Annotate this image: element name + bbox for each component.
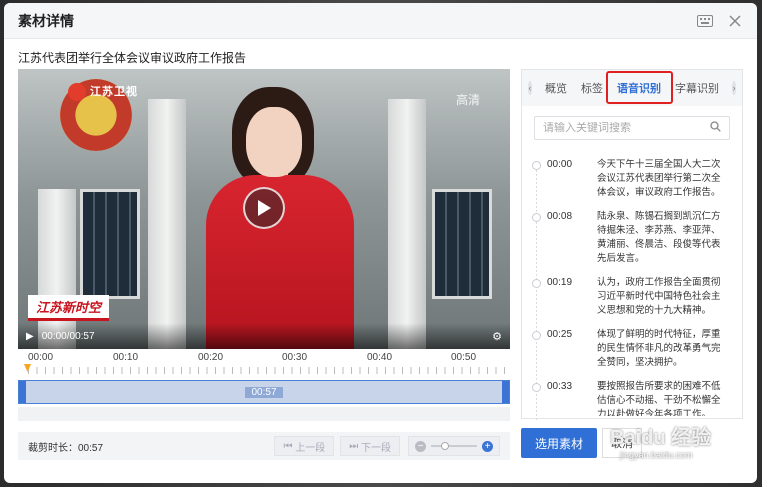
info-panel: ‹ 概览 标签 语音识别 字幕识别 › 00:00 今天下午十三届全国人大二次会…	[521, 69, 743, 420]
ruler-label: 00:00	[28, 352, 54, 363]
timeline-dot	[532, 331, 541, 340]
transcript-text: 今天下午十三届全国人大二次会议江苏代表团举行第二次全体会议，审议政府工作报告。	[597, 159, 721, 198]
news-anchor-image	[206, 87, 366, 349]
tab-tags[interactable]: 标签	[581, 80, 603, 96]
prev-segment-button[interactable]: ⏮ 上一段	[274, 436, 335, 456]
transcript-item[interactable]: 00:33 要按照报告所要求的困难不低估信心不动摇、干劲不松懈全力以赴做好今年各…	[532, 380, 738, 416]
timeline-dot	[532, 161, 541, 170]
dialog-titlebar: 素材详情	[4, 3, 757, 39]
transcript-time: 00:25	[547, 329, 573, 340]
timeline-ruler[interactable]: 00:00 00:10 00:20 00:30 00:40 00:50	[18, 352, 510, 376]
channel-logo: 江苏卫视	[68, 83, 138, 102]
keyword-search-input[interactable]	[543, 122, 710, 134]
tabs-next-arrow-icon[interactable]: ›	[732, 81, 736, 95]
dialog-title: 素材详情	[18, 12, 74, 29]
zoom-track[interactable]	[431, 442, 477, 450]
select-material-button[interactable]: 选用素材	[521, 428, 597, 458]
transcript-time: 00:33	[547, 381, 573, 392]
clip-start-handle[interactable]	[19, 381, 26, 403]
ruler-label: 00:20	[198, 352, 224, 363]
transcript-text: 认为，政府工作报告全面贯彻习近平新时代中国特色社会主义思想和党的十九大精神。	[597, 277, 721, 316]
transcript-text: 陆永泉、陈锡石搁到凯沉仁方待掘朱泾、李苏燕、李亚萍、黄浦丽、佟晨洁、段俊等代表先…	[597, 211, 721, 264]
zoom-in-icon[interactable]: +	[482, 440, 493, 452]
material-detail-dialog: 素材详情 江苏代表团举行全体会议审议政府工作报告 江苏卫视 高清 江苏新时空 ▶…	[4, 3, 757, 483]
search-icon[interactable]	[710, 119, 721, 137]
settings-gear-icon[interactable]: ⚙	[492, 330, 502, 343]
clip-duration-label: 00:57	[245, 386, 283, 398]
clip-end-handle[interactable]	[502, 381, 509, 403]
ruler-label: 00:30	[282, 352, 308, 363]
small-play-icon[interactable]: ▶	[26, 331, 34, 342]
tabs-prev-arrow-icon[interactable]: ‹	[528, 81, 532, 95]
zoom-slider[interactable]: − +	[408, 436, 500, 456]
panel-tabs: ‹ 概览 标签 语音识别 字幕识别 ›	[522, 70, 742, 106]
tab-speech-recognition[interactable]: 语音识别	[617, 80, 661, 104]
transcript-item[interactable]: 00:19 认为，政府工作报告全面贯彻习近平新时代中国特色社会主义思想和党的十九…	[532, 276, 738, 318]
transcript-time: 00:00	[547, 159, 573, 170]
close-icon[interactable]	[725, 11, 745, 31]
transcript-item[interactable]: 00:25 体现了鲜明的时代特征，厚重的民生情怀非凡的改革勇气完全赞同，坚决拥护…	[532, 328, 738, 370]
transcript-time: 00:19	[547, 277, 573, 288]
play-button[interactable]	[243, 187, 285, 229]
transcript-text: 体现了鲜明的时代特征，厚重的民生情怀非凡的改革勇气完全赞同，坚决拥护。	[597, 329, 721, 368]
transcript-list: 00:00 今天下午十三届全国人大二次会议江苏代表团举行第二次全体会议，审议政府…	[532, 158, 738, 416]
play-icon	[258, 200, 271, 216]
zoom-out-icon[interactable]: −	[415, 440, 426, 452]
zoom-knob[interactable]	[441, 442, 449, 450]
video-player[interactable]: 江苏卫视 高清 江苏新时空 ▶ 00:00/00:57 ⚙	[18, 69, 510, 349]
player-controls: ▶ 00:00/00:57 ⚙	[18, 323, 510, 349]
transcript-text: 要按照报告所要求的困难不低估信心不动摇、干劲不松懈全力以赴做好今年各项工作。	[597, 381, 721, 416]
trim-duration: 裁剪时长：00:57	[28, 442, 104, 454]
empty-track	[18, 407, 510, 421]
ruler-label: 00:50	[451, 352, 477, 363]
timeline-dot	[532, 383, 541, 392]
video-title: 江苏代表团举行全体会议审议政府工作报告	[18, 51, 247, 65]
transcript-item[interactable]: 00:00 今天下午十三届全国人大二次会议江苏代表团举行第二次全体会议，审议政府…	[532, 158, 738, 200]
clip-track[interactable]: 00:57	[18, 380, 510, 404]
transcript-time: 00:08	[547, 211, 573, 222]
ruler-label: 00:10	[113, 352, 139, 363]
tab-overview[interactable]: 概览	[545, 80, 567, 96]
time-display: 00:00/00:57	[41, 330, 95, 342]
quality-badge: 高清	[455, 93, 480, 107]
ruler-label: 00:40	[367, 352, 393, 363]
tab-subtitle-recognition[interactable]: 字幕识别	[675, 80, 719, 96]
next-segment-button[interactable]: ⏭ 下一段	[340, 436, 400, 456]
transcript-item[interactable]: 00:08 陆永泉、陈锡石搁到凯沉仁方待掘朱泾、李苏燕、李亚萍、黄浦丽、佟晨洁、…	[532, 210, 738, 266]
keyboard-icon[interactable]	[695, 11, 715, 31]
program-lower-third: 江苏新时空	[28, 295, 110, 321]
ruler-ticks	[28, 367, 510, 374]
timeline-dot	[532, 213, 541, 222]
trim-footer: 裁剪时长：00:57 ⏮ 上一段 ⏭ 下一段 − +	[18, 432, 510, 460]
keyword-search-box[interactable]	[534, 116, 730, 140]
timeline-dot	[532, 279, 541, 288]
baidu-jingyan-watermark: Baidu 经验 jingyan.baidu.com	[610, 427, 712, 460]
